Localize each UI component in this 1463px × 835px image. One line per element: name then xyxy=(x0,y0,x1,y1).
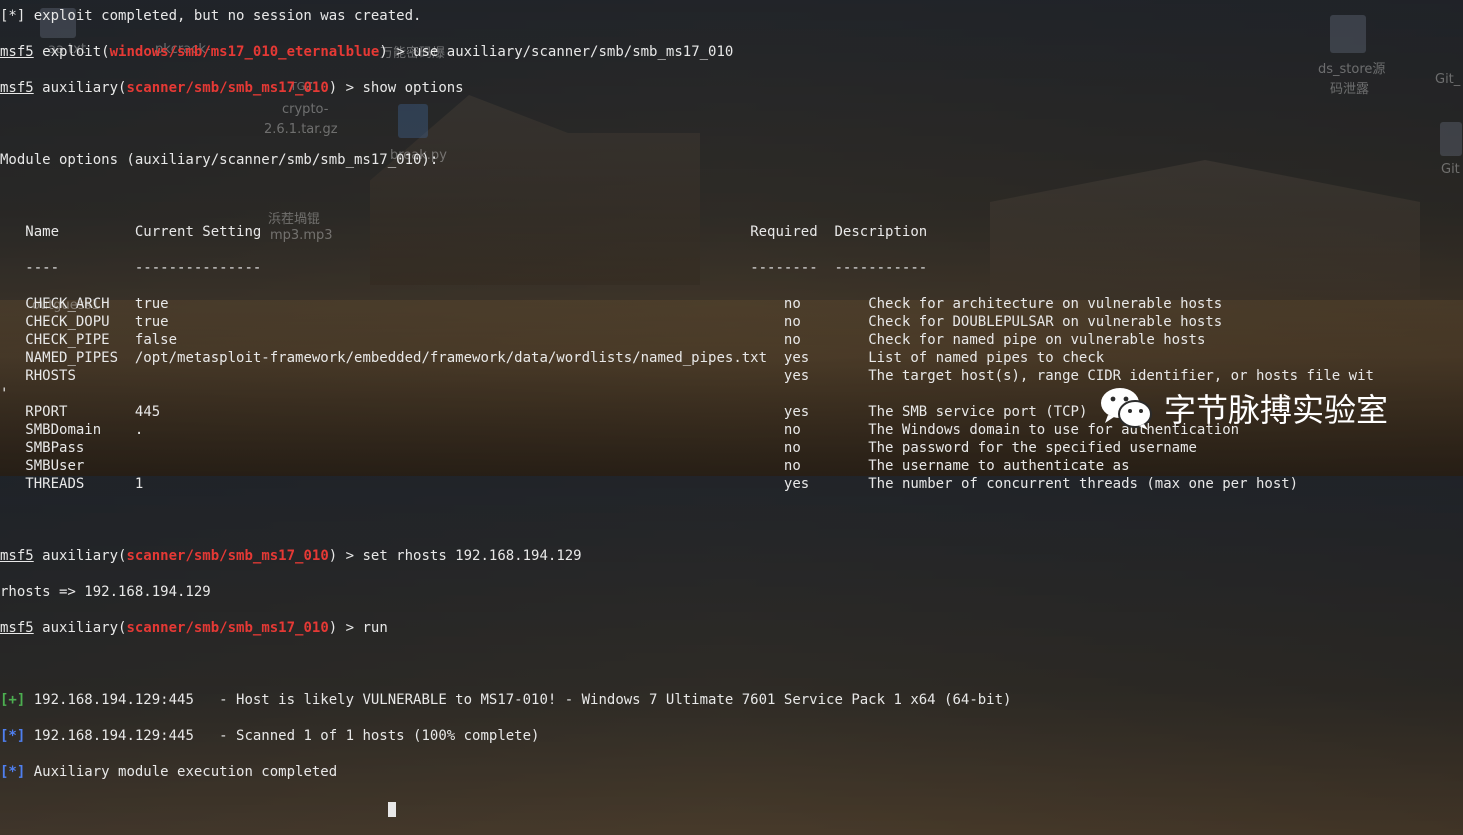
module-name: scanner/smb/smb_ms17_010 xyxy=(126,620,329,636)
column-underline: -------- xyxy=(750,260,818,276)
desktop-icon-label[interactable]: Git_ xyxy=(1435,72,1460,87)
option-description: Check for named pipe on vulnerable hosts xyxy=(868,332,1206,348)
result-line: [*] 192.168.194.129:445 - Scanned 1 of 1… xyxy=(0,727,1374,745)
success-tag: [+] xyxy=(0,692,26,708)
terminal-line: msf5 exploit(windows/smb/ms17_010_eterna… xyxy=(0,44,734,60)
option-description: Check for architecture on vulnerable hos… xyxy=(868,296,1223,312)
column-underline: --------------- xyxy=(134,260,262,276)
option-name: THREADS xyxy=(25,476,85,492)
option-description: The username to authenticate as xyxy=(868,458,1130,474)
option-current-setting: 1 xyxy=(134,476,144,492)
command-text: use auxiliary/scanner/smb/smb_ms17_010 xyxy=(413,44,734,60)
options-column-underlines: ---- --------------- -------- ----------… xyxy=(0,259,1374,277)
option-name: SMBDomain xyxy=(25,422,102,438)
option-name: RPORT xyxy=(25,404,68,420)
terminal-line: msf5 auxiliary(scanner/smb/smb_ms17_010)… xyxy=(0,620,388,636)
option-required: no xyxy=(783,440,801,456)
terminal-line: rhosts => 192.168.194.129 xyxy=(0,584,211,600)
terminal-line: msf5 auxiliary(scanner/smb/smb_ms17_010)… xyxy=(0,80,464,96)
option-current-setting: 445 xyxy=(134,404,161,420)
option-name: SMBUser xyxy=(25,458,85,474)
column-required: Required xyxy=(750,224,818,240)
option-required: no xyxy=(783,422,801,438)
options-header: Module options (auxiliary/scanner/smb/sm… xyxy=(0,152,439,168)
module-type: auxiliary xyxy=(42,620,119,636)
column-name: Name xyxy=(25,224,60,240)
option-name: CHECK_PIPE xyxy=(25,332,110,348)
option-current-setting: /opt/metasploit-framework/embedded/frame… xyxy=(134,350,768,366)
option-required: yes xyxy=(783,476,810,492)
command-text: show options xyxy=(362,80,464,96)
prompt-msf5: msf5 xyxy=(0,80,34,96)
column-current: Current Setting xyxy=(134,224,262,240)
result-line: [+] 192.168.194.129:445 - Host is likely… xyxy=(0,691,1374,709)
option-required: yes xyxy=(783,350,810,366)
option-description: The password for the specified username xyxy=(868,440,1197,456)
option-required: no xyxy=(783,458,801,474)
module-type: exploit xyxy=(42,44,102,60)
option-description: The SMB service port (TCP) xyxy=(868,404,1088,420)
prompt-msf5: msf5 xyxy=(0,620,34,636)
terminal-cursor[interactable] xyxy=(388,802,396,817)
status-text: [*] exploit completed, but no session wa… xyxy=(0,8,422,24)
command-text: run xyxy=(362,620,388,636)
option-required: no xyxy=(783,296,801,312)
option-required: yes xyxy=(783,368,810,384)
command-text: set rhosts 192.168.194.129 xyxy=(362,548,582,564)
option-row: THREADS 1 yes The number of concurrent t… xyxy=(0,475,1374,493)
module-type: auxiliary xyxy=(42,548,119,564)
prompt-msf5: msf5 xyxy=(0,44,34,60)
option-name: SMBPass xyxy=(25,440,85,456)
terminal-line: msf5 auxiliary(scanner/smb/smb_ms17_010)… xyxy=(0,548,582,564)
option-current-setting: true xyxy=(134,296,169,312)
wechat-icon xyxy=(1098,385,1154,431)
option-row: CHECK_PIPE false no Check for named pipe… xyxy=(0,331,1374,349)
terminal-line: [*] exploit completed, but no session wa… xyxy=(0,7,1374,25)
option-name: RHOSTS xyxy=(25,368,76,384)
option-row: SMBPass no The password for the specifie… xyxy=(0,439,1374,457)
module-type: auxiliary xyxy=(42,80,119,96)
prompt-line[interactable] xyxy=(0,799,1374,817)
option-row: CHECK_ARCH true no Check for architectur… xyxy=(0,295,1374,313)
column-description: Description xyxy=(834,224,928,240)
info-tag: [*] xyxy=(0,728,26,744)
desktop-folder-icon[interactable] xyxy=(1440,122,1462,156)
option-required: yes xyxy=(783,404,810,420)
option-name: CHECK_ARCH xyxy=(25,296,110,312)
result-line: [*] Auxiliary module execution completed xyxy=(0,763,1374,781)
option-current-setting: . xyxy=(134,422,144,438)
option-row: CHECK_DOPU true no Check for DOUBLEPULSA… xyxy=(0,313,1374,331)
prompt-msf5: msf5 xyxy=(0,548,34,564)
option-required: no xyxy=(783,332,801,348)
option-name: NAMED_PIPES xyxy=(25,350,119,366)
option-required: no xyxy=(783,314,801,330)
result-text: 192.168.194.129:445 - Host is likely VUL… xyxy=(33,692,1012,708)
info-tag: [*] xyxy=(0,764,26,780)
result-text: 192.168.194.129:445 - Scanned 1 of 1 hos… xyxy=(33,728,540,744)
watermark-text: 字节脉搏实验室 xyxy=(1164,391,1389,429)
option-row: NAMED_PIPES /opt/metasploit-framework/em… xyxy=(0,349,1374,367)
module-name: scanner/smb/smb_ms17_010 xyxy=(126,80,329,96)
option-current-setting: true xyxy=(134,314,169,330)
option-description: List of named pipes to check xyxy=(868,350,1105,366)
option-description: The target host(s), range CIDR identifie… xyxy=(868,368,1374,384)
desktop-icon-label[interactable]: Git xyxy=(1441,162,1460,177)
module-name: scanner/smb/smb_ms17_010 xyxy=(126,548,329,564)
column-underline: ---- xyxy=(25,260,60,276)
options-column-headers: Name Current Setting Required Descriptio… xyxy=(0,223,1374,241)
option-row: SMBUser no The username to authenticate … xyxy=(0,457,1374,475)
result-text: Auxiliary module execution completed xyxy=(33,764,338,780)
option-row: RHOSTS yes The target host(s), range CID… xyxy=(0,367,1374,385)
module-name: windows/smb/ms17_010_eternalblue xyxy=(109,44,380,60)
option-description: Check for DOUBLEPULSAR on vulnerable hos… xyxy=(868,314,1223,330)
column-underline: ----------- xyxy=(834,260,928,276)
watermark: 字节脉搏实验室 xyxy=(1098,385,1388,431)
option-name: CHECK_DOPU xyxy=(25,314,110,330)
option-current-setting: false xyxy=(134,332,178,348)
option-description: The number of concurrent threads (max on… xyxy=(868,476,1299,492)
